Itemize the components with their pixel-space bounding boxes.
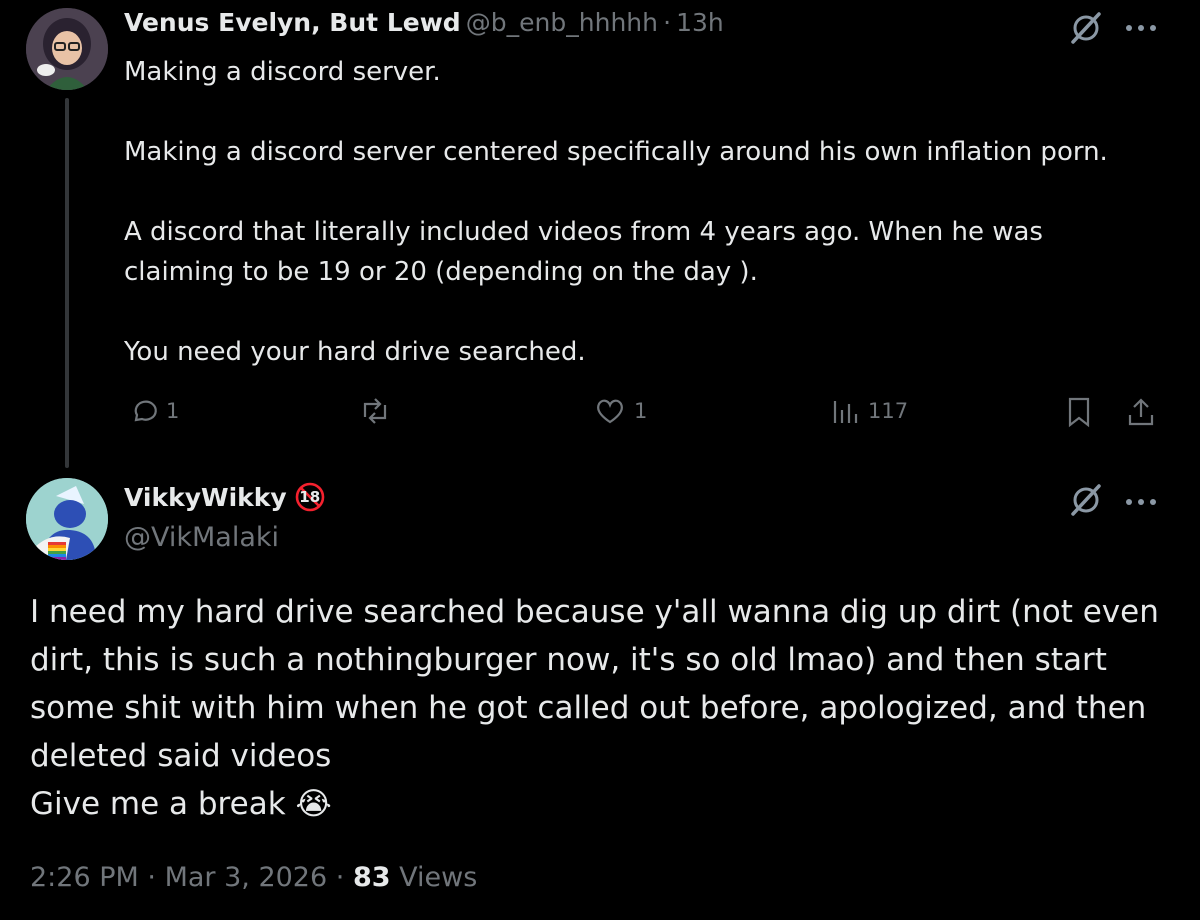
- bookmark-icon: [1068, 397, 1090, 428]
- author-name[interactable]: Venus Evelyn, But Lewd: [124, 8, 461, 37]
- text-line-last: Give me a break 😭: [30, 780, 1180, 828]
- views-count: 83: [352, 862, 391, 893]
- share-button[interactable]: [1126, 396, 1156, 428]
- text-line: some shit with him when he got called ou…: [30, 690, 1147, 726]
- more-icon[interactable]: [1124, 18, 1158, 37]
- text-line: Give me a break: [30, 786, 286, 822]
- text-line: You need your hard drive searched.: [124, 337, 586, 367]
- like-count: 1: [634, 399, 648, 423]
- more-icon[interactable]: [1124, 492, 1158, 511]
- reply-author-handle[interactable]: @VikMalaki: [124, 522, 279, 553]
- tweet-time[interactable]: 13h: [676, 8, 724, 37]
- meta-separator: ·: [147, 862, 156, 893]
- reply-icon: [134, 400, 157, 422]
- age-badge-label: 18: [299, 488, 321, 506]
- age-restriction-icon: 18: [295, 482, 325, 512]
- reply-button[interactable]: 1: [128, 396, 179, 426]
- retweet-icon: [363, 398, 387, 424]
- text-line: Making a discord server.: [124, 57, 441, 87]
- views-icon: [833, 401, 858, 423]
- text-line: Making a discord server centered specifi…: [124, 137, 1108, 167]
- views-label: Views: [399, 862, 478, 893]
- reply-tweet-text: I need my hard drive searched because y'…: [30, 588, 1180, 828]
- avatar-illustration: [26, 478, 108, 560]
- text-line: I need my hard drive searched because y'…: [30, 594, 1159, 630]
- text-line: deleted said videos: [30, 738, 332, 774]
- parent-tweet-header: Venus Evelyn, But Lewd @b_enb_hhhhh · 13…: [124, 8, 724, 37]
- like-button[interactable]: 1: [594, 396, 647, 426]
- reply-author-avatar[interactable]: [26, 478, 108, 560]
- views-button[interactable]: 117: [830, 396, 908, 426]
- meta-separator: ·: [335, 862, 345, 893]
- text-line: dirt, this is such a nothingburger now, …: [30, 642, 1107, 678]
- reply-author-name[interactable]: VikkyWikky: [124, 483, 287, 512]
- text-line: claiming to be 19 or 20 (depending on th…: [124, 257, 758, 287]
- tweet-time[interactable]: 2:26 PM: [30, 862, 139, 893]
- text-line: A discord that literally included videos…: [124, 217, 1043, 247]
- thread-connector-line: [65, 98, 69, 468]
- author-handle[interactable]: @b_enb_hhhhh: [466, 8, 658, 37]
- avatar-illustration: [26, 8, 108, 90]
- like-icon: [597, 399, 623, 424]
- tweet-date[interactable]: Mar 3, 2026: [165, 862, 328, 893]
- author-avatar[interactable]: [26, 8, 108, 90]
- bookmark-button[interactable]: [1066, 396, 1092, 428]
- tweet-metadata: 2:26 PM · Mar 3, 2026 · 83 Views: [30, 862, 477, 893]
- grok-icon[interactable]: [1068, 482, 1104, 522]
- crying-emoji: 😭: [295, 786, 332, 822]
- retweet-button[interactable]: [358, 396, 392, 426]
- header-separator: ·: [663, 8, 672, 37]
- views-count: 117: [868, 399, 909, 423]
- share-icon: [1128, 398, 1154, 426]
- reply-count: 1: [166, 399, 180, 423]
- reply-author-row: VikkyWikky 18: [124, 482, 325, 512]
- grok-icon[interactable]: [1068, 10, 1104, 50]
- parent-tweet-text: Making a discord server. Making a discor…: [124, 52, 1174, 372]
